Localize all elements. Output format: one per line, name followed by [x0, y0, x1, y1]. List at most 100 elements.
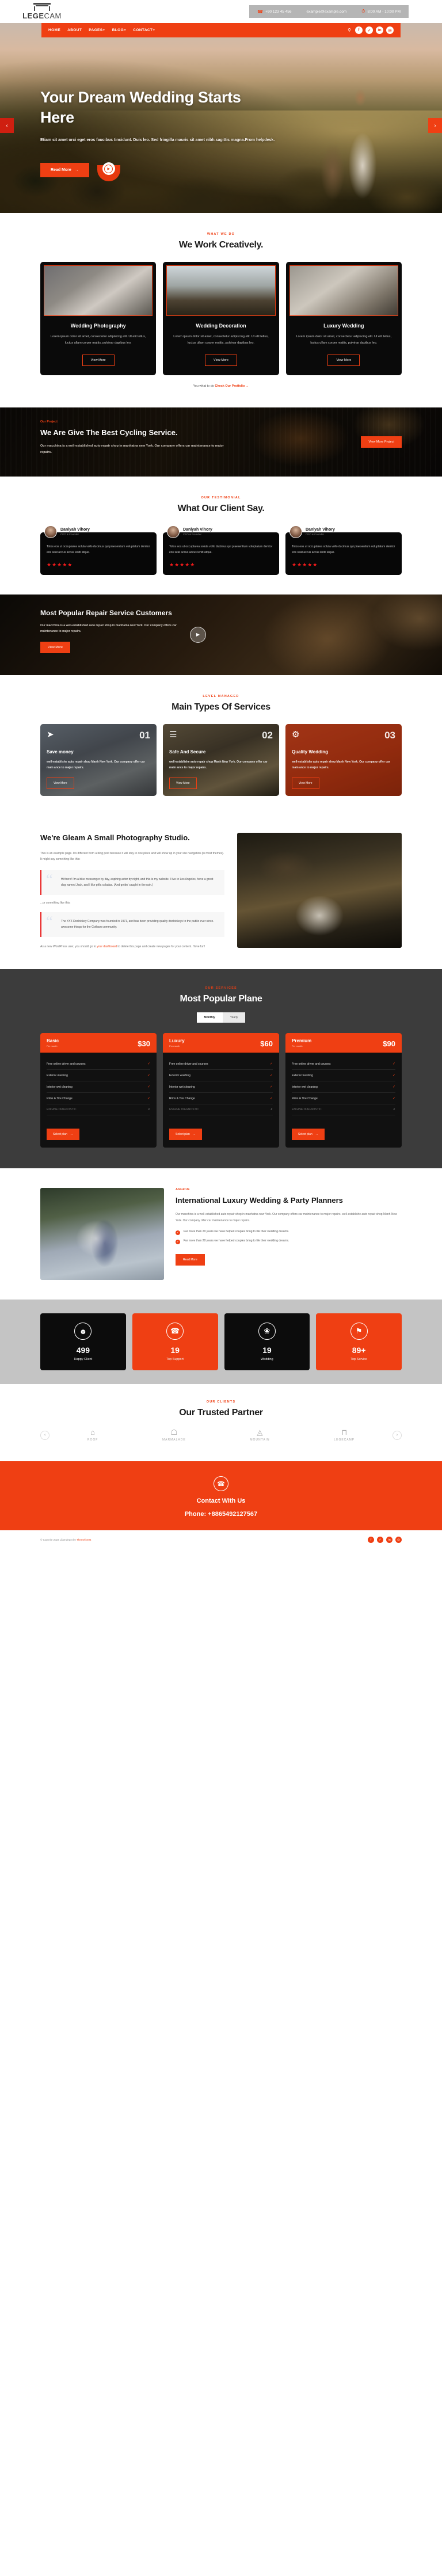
twitter-icon[interactable]: ✓ [377, 1537, 383, 1544]
testimonial-card: Danlyah Vihory CEO & Founder Totos eos u… [285, 525, 402, 575]
twitter-icon[interactable]: ✓ [365, 26, 373, 34]
studio-quote-1-text: Hi there! I'm a bike messenger by day, a… [61, 877, 214, 887]
repair-view-more-button[interactable]: View More [40, 642, 70, 654]
type-card-button[interactable]: View More [292, 777, 319, 789]
work-portfolio-link[interactable]: Check Our Protfolio → [215, 384, 249, 388]
instagram-icon[interactable]: ◎ [386, 26, 394, 34]
gear-icon: ⚙ [292, 729, 300, 740]
pricing-toggle-yearly[interactable]: Yearly [222, 1012, 246, 1023]
types-section: LEVEL MANAGED Main Types Of Services ➤ 0… [0, 675, 442, 816]
work-card-grid: Wedding Photography Lorem ipsum dolor si… [40, 262, 402, 375]
pricing-toggle: Monthly Yearly [40, 1012, 402, 1023]
planners-bullet: ✓ Far more than 20 years we have helped c… [176, 1229, 289, 1235]
plan-period: Per month [169, 1045, 180, 1048]
partner-logo[interactable]: ⌂ ROOF [87, 1428, 98, 1442]
facebook-icon[interactable]: f [368, 1537, 374, 1544]
check-icon: ✓ [392, 1062, 395, 1066]
repair-text: Our macchina is a well-established auto … [40, 623, 177, 634]
contact-section: ☎ Contact With Us Phone: +8865492127567 [0, 1461, 442, 1531]
partner-logo[interactable]: ⊓ LEGECAMP [334, 1428, 355, 1442]
facebook-icon[interactable]: f [355, 26, 363, 34]
partners-prev-button[interactable]: ‹ [40, 1430, 49, 1440]
partner-logo[interactable]: ◬ MOUNTAIN [250, 1428, 269, 1442]
studio-tail: As a new WordPress user, you should go t… [40, 944, 224, 950]
studio-image-wrap [237, 832, 402, 950]
hero-video-play[interactable]: ▶ [97, 158, 120, 182]
headset-icon: ☎ [166, 1323, 184, 1340]
plan-feature: Free online driver and courses ✓ [169, 1058, 273, 1070]
plan-feature-list: Free online driver and courses ✓ Exterior… [40, 1053, 157, 1123]
play-icon[interactable]: ▶ [102, 162, 115, 176]
plan-feature: Free online driver and courses ✓ [292, 1058, 395, 1070]
hero-prev-button[interactable]: ‹ [0, 118, 14, 133]
nav-item-blog[interactable]: BLOG+ [112, 28, 127, 32]
studio-title: We're Gleam A Small Photography Studio. [40, 833, 190, 842]
type-card-title: Save money [47, 749, 74, 754]
type-card-body: ☰ 02 Safe And Secure well-establishe aut… [169, 730, 273, 789]
pricing-section: OUR SERVICES Most Popular Plane Monthly … [0, 969, 442, 1169]
topbar-email[interactable]: example@example.com [306, 10, 346, 14]
testimonial-body: Totos eos ut occuptarea soluta vollo duc… [285, 532, 402, 575]
plan-amount: $30 [138, 1039, 150, 1049]
instagram-icon[interactable]: ◎ [395, 1537, 402, 1544]
cycling-title: We Are Give The Best Cycling Service. [40, 428, 178, 437]
testimonial-text: Totos eos ut occuptarea soluta vollo duc… [47, 544, 150, 555]
footer-themeforest-link[interactable]: Themeforest [77, 1538, 91, 1541]
plan-select-button[interactable]: Select plan → [169, 1129, 202, 1141]
rating-stars: ★★★★★ [47, 561, 73, 567]
counter-card: ❀ 19 Wedding [224, 1313, 310, 1371]
testimonial-name: Danlyah Vihory [60, 527, 90, 532]
nav-item-contact[interactable]: CONTACT+ [133, 28, 155, 32]
plan-feature-disabled: ENGINE DIAGNOSTIC ✗ [169, 1104, 273, 1116]
contact-phone[interactable]: Phone: +8865492127567 [40, 1511, 402, 1518]
page-root: LEGECAM ☎ +90 123 45 456 example@example.… [0, 0, 442, 1550]
pricing-title: Most Popular Plane [180, 994, 262, 1004]
testimonial-header: Danlyah Vihory CEO & Founder [285, 525, 402, 538]
partners-next-button[interactable]: › [393, 1430, 402, 1440]
nav-item-about[interactable]: ABOUT [67, 28, 82, 32]
type-card-number: 01 [139, 729, 150, 741]
type-card-button[interactable]: View More [47, 777, 74, 789]
linkedin-icon[interactable]: in [376, 26, 383, 34]
work-card-button[interactable]: View More [82, 354, 115, 366]
work-card-button[interactable]: View More [205, 354, 237, 366]
partners-carousel: ‹ ⌂ ROOF ☖ MARMALADE ◬ MOUNTAIN ⊓ LEGECA… [40, 1428, 402, 1442]
planners-eyebrow: About Us [176, 1188, 190, 1192]
work-card-button[interactable]: View More [327, 354, 360, 366]
plan-select-button[interactable]: Select plan → [292, 1129, 325, 1141]
repair-play-icon[interactable]: ▶ [190, 626, 206, 643]
counter-value: 19 [262, 1346, 272, 1355]
planners-content: About Us International Luxury Wedding & … [176, 1188, 402, 1266]
search-icon[interactable]: ⚲ [348, 28, 351, 33]
studio-section: We're Gleam A Small Photography Studio. … [0, 816, 442, 970]
cycling-view-project-button[interactable]: View More Project [361, 436, 402, 448]
work-card-text: Lorem ipsum dolor sit amet, consectetur … [50, 335, 146, 345]
clock-icon: ⏱ [361, 9, 365, 14]
counter-label: Happy Client [74, 1358, 93, 1362]
hero-next-button[interactable]: › [428, 118, 442, 133]
topbar-phone[interactable]: ☎ +90 123 45 456 [257, 9, 291, 14]
nav-item-pages[interactable]: PAGES+ [89, 28, 105, 32]
nav-item-home[interactable]: HOME [48, 28, 60, 32]
work-section: WHAT WE DO We Work Creatively. Wedding P… [0, 213, 442, 407]
type-card-button[interactable]: View More [169, 777, 197, 789]
testimonial-role: CEO & Founder [60, 532, 79, 536]
counter-label: Wedding [261, 1358, 273, 1362]
hero-read-more-button[interactable]: Read More → [40, 162, 89, 177]
counter-card: ⚑ 89+ Top Service [316, 1313, 402, 1371]
partner-logo[interactable]: ☖ MARMALADE [162, 1428, 186, 1442]
hero-couple-photo [287, 64, 402, 213]
plan-select-button[interactable]: Select plan → [47, 1129, 79, 1141]
type-card-text: well-establishe auto repair shop Manh Ne… [47, 760, 145, 769]
testimonial-body: Totos eos ut occuptarea soluta vollo duc… [40, 532, 157, 575]
planners-read-more-button[interactable]: Read More [176, 1253, 205, 1266]
partner-name: ROOF [87, 1438, 98, 1442]
type-card-text: well-establishe auto repair shop Manh Ne… [292, 760, 390, 769]
pricing-toggle-monthly[interactable]: Monthly [196, 1012, 223, 1023]
rating-stars: ★★★★★ [169, 561, 196, 567]
testimonial-grid: Danlyah Vihory CEO & Founder Totos eos u… [40, 525, 402, 575]
hero-description: Etiam sit amet orci eget eros faucibus t… [40, 138, 275, 143]
site-logo[interactable]: LEGECAM [10, 3, 74, 20]
dashboard-link[interactable]: your dashboard [97, 945, 117, 948]
linkedin-icon[interactable]: in [386, 1537, 393, 1544]
